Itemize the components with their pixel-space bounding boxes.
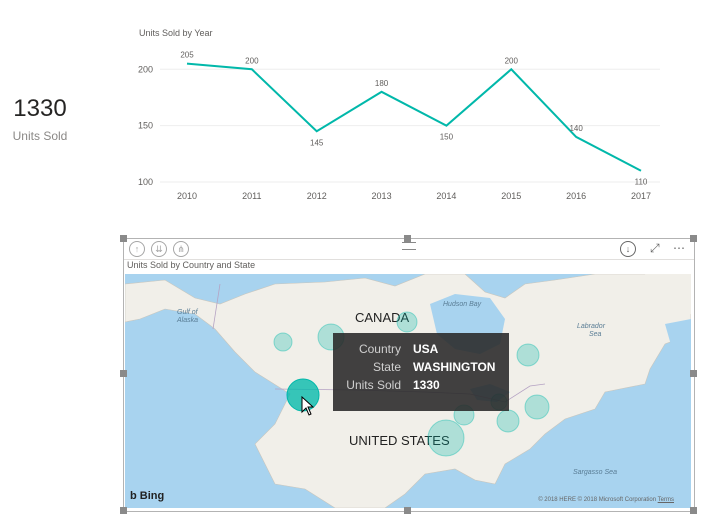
tooltip-key: Country [358, 342, 401, 356]
label-sargasso-sea: Sargasso Sea [573, 469, 617, 476]
resize-handle[interactable] [404, 507, 411, 514]
map-title: Units Sold by Country and State [127, 260, 256, 270]
map-bubble [496, 409, 520, 433]
map-bubble [516, 343, 540, 367]
map-bubble [427, 419, 465, 457]
expand-hierarchy-icon[interactable]: ⋔ [173, 241, 189, 257]
tooltip-value: 1330 [413, 378, 440, 392]
x-tick-label: 2012 [307, 191, 327, 201]
data-label: 150 [440, 133, 454, 142]
mouse-cursor-icon [301, 396, 315, 416]
x-tick-label: 2013 [372, 191, 392, 201]
label-gulf-alaska: Gulf of Alaska [176, 309, 199, 324]
x-tick-label: 2015 [501, 191, 521, 201]
drill-mode-icon[interactable]: ↓ [620, 241, 636, 257]
data-label: 200 [245, 56, 259, 65]
line-chart-title: Units Sold by Year [139, 28, 213, 38]
series-line [186, 62, 642, 172]
tooltip-key: Units Sold [346, 378, 401, 392]
tooltip-row: Units Sold 1330 [333, 378, 509, 396]
tooltip-key: State [372, 360, 401, 374]
resize-handle[interactable] [120, 507, 127, 514]
tooltip-row: Country USA [333, 342, 509, 360]
label-hudson-bay: Hudson Bay [443, 301, 482, 308]
x-tick-label: 2011 [242, 191, 261, 201]
drill-down-all-icon[interactable]: ⇊ [151, 241, 167, 257]
data-label: 110 [635, 178, 648, 187]
x-tick-label: 2014 [436, 191, 456, 201]
resize-handle[interactable] [690, 507, 697, 514]
x-tick-label: 2010 [177, 191, 197, 201]
resize-handle[interactable] [404, 235, 411, 242]
drill-up-icon[interactable]: ↑ [129, 241, 145, 257]
map-visual[interactable]: ↑ ⇊ ⋔ ↓ ⤢ ⋯ Units Sold by Country and St… [123, 238, 695, 512]
map-bubble [273, 332, 293, 352]
data-label: 140 [569, 124, 583, 133]
x-tick-label: 2017 [631, 191, 651, 201]
line-chart[interactable]: 200 150 100 2010 2011 2012 2013 2014 2015 2016 201… [130, 40, 680, 215]
data-label: 200 [505, 56, 519, 65]
map-bubble [396, 311, 418, 333]
tooltip-value: WASHINGTON [413, 360, 496, 374]
card-label: Units Sold [12, 129, 68, 143]
focus-mode-icon[interactable]: ⤢ [650, 241, 660, 255]
data-label: 145 [310, 138, 324, 147]
card-value: 1330 [13, 95, 67, 122]
tooltip-value: USA [413, 342, 439, 356]
tooltip-row: State WASHINGTON [333, 360, 509, 378]
y-tick-label: 150 [138, 121, 153, 131]
resize-handle[interactable] [690, 235, 697, 242]
resize-handle[interactable] [690, 370, 697, 377]
data-label: 205 [180, 51, 194, 60]
y-tick-label: 200 [138, 64, 153, 74]
x-tick-label: 2016 [566, 191, 586, 201]
resize-handle[interactable] [120, 235, 127, 242]
map-bubble [524, 394, 550, 420]
visual-header: ↑ ⇊ ⋔ ↓ ⤢ ⋯ [124, 239, 694, 260]
y-tick-label: 100 [138, 177, 153, 187]
terms-link[interactable]: Terms [658, 497, 674, 503]
bing-logo: b Bing [130, 490, 165, 502]
drag-handle[interactable] [402, 242, 416, 250]
kpi-card[interactable]: 1330 Units Sold [0, 95, 80, 143]
map-copyright: © 2018 HERE © 2018 Microsoft Corporation… [538, 497, 674, 503]
more-options-icon[interactable]: ⋯ [673, 241, 685, 255]
resize-handle[interactable] [120, 370, 127, 377]
data-label: 180 [375, 79, 389, 88]
map-tooltip: Country USA State WASHINGTON Units Sold … [333, 333, 509, 411]
